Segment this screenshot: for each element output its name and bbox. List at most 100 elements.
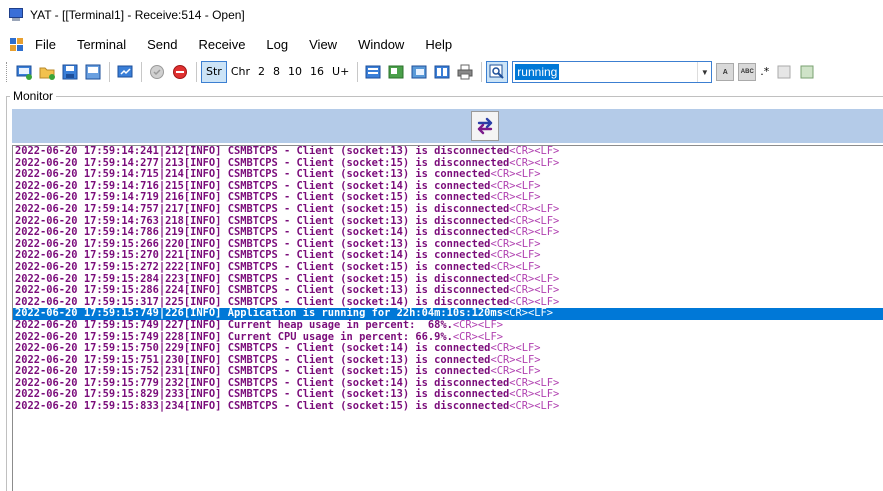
menu-bar: File Terminal Send Receive Log View Wind… [0,32,883,56]
radix-oct-button[interactable]: 8 [269,61,284,83]
menu-receive[interactable]: Receive [198,37,245,52]
log-line-text: 2022-06-20 17:59:14:763|218[INFO] CSMBTC… [15,214,510,227]
log-line-text: 2022-06-20 17:59:14:786|219[INFO] CSMBTC… [15,226,510,239]
chevron-down-icon[interactable]: ▼ [697,62,711,82]
print-icon [457,64,473,80]
log-line-text: 2022-06-20 17:59:15:833|234[INFO] CSMBTC… [15,400,510,413]
menu-terminal[interactable]: Terminal [77,37,126,52]
show-radix-button[interactable] [362,61,384,83]
toolbar-separator [481,62,483,82]
find-previous-button[interactable] [773,61,795,83]
log-line-eol: <CR><LF> [490,249,541,262]
log-line-eol: <CR><LF> [490,353,541,366]
log-line-text: 2022-06-20 17:59:14:716|215[INFO] CSMBTC… [15,179,491,192]
radix-string-button[interactable]: Str [201,61,227,83]
log-line-eol: <CR><LF> [509,226,560,239]
terminal-settings-icon [117,65,133,78]
open-folder-icon [39,67,55,80]
save-workspace-button[interactable] [82,61,104,83]
log-line-eol: <CR><LF> [509,400,560,413]
monitor-log[interactable]: 2022-06-20 17:59:14:241|212[INFO] CSMBTC… [12,145,883,491]
menu-log[interactable]: Log [266,37,288,52]
log-line-eol: <CR><LF> [509,295,560,308]
find-toggle-button[interactable] [486,61,509,83]
show-timestamp-icon [388,65,404,79]
log-line-eol: <CR><LF> [509,214,560,227]
whole-word-button[interactable]: ABC [738,63,757,81]
find-next-button[interactable] [796,61,818,83]
find-combobox[interactable]: running ▼ [512,61,713,83]
radix-bin-button[interactable]: 2 [254,61,269,83]
log-line-eol: <CR><LF> [509,388,560,401]
find-previous-icon [777,65,791,79]
log-line-eol: <CR><LF> [509,376,560,389]
radix-unicode-button[interactable]: U+ [328,61,353,83]
toolbar-separator [196,62,197,82]
menu-view[interactable]: View [309,37,337,52]
app-monitor-icon [8,8,24,22]
direction-toggle-button[interactable] [471,111,499,141]
log-line-eol: <CR><LF> [490,365,541,378]
log-line-text: 2022-06-20 17:59:14:757|217[INFO] CSMBTC… [15,202,510,215]
match-case-button[interactable]: A [716,63,735,81]
regex-button[interactable]: .* [756,61,773,83]
log-line-text: 2022-06-20 17:59:15:272|222[INFO] CSMBTC… [15,260,491,273]
toolbar: Str Chr 2 8 10 16 U+ running ▼ A ABC .* [0,57,883,87]
log-line-eol: <CR><LF> [509,145,560,157]
show-length-button[interactable] [408,61,430,83]
log-line-text: 2022-06-20 17:59:15:829|233[INFO] CSMBTC… [15,388,510,401]
log-line-text: 2022-06-20 17:59:15:749|226[INFO] Applic… [15,307,503,320]
radix-char-button[interactable]: Chr [227,61,254,83]
log-line-text: 2022-06-20 17:59:14:241|212[INFO] CSMBTC… [15,145,510,157]
menu-window[interactable]: Window [358,37,404,52]
terminal-settings-button[interactable] [114,61,136,83]
find-selected-text: running [515,64,560,80]
direction-bar [12,109,883,143]
show-timestamp-button[interactable] [385,61,407,83]
find-next-icon [800,65,814,79]
mdi-window-icon[interactable] [10,37,23,51]
log-line-text: 2022-06-20 17:59:14:719|216[INFO] CSMBTC… [15,191,491,204]
new-terminal-icon [16,65,32,80]
log-line-eol: <CR><LF> [509,272,560,285]
log-line-text: 2022-06-20 17:59:15:779|232[INFO] CSMBTC… [15,376,510,389]
menu-help[interactable]: Help [425,37,452,52]
save-icon [62,64,78,80]
menu-send[interactable]: Send [147,37,177,52]
log-line-text: 2022-06-20 17:59:15:266|220[INFO] CSMBTC… [15,237,491,250]
radix-hex-button[interactable]: 16 [306,61,328,83]
log-line[interactable]: 2022-06-20 17:59:15:833|234[INFO] CSMBTC… [13,400,883,413]
log-line-eol: <CR><LF> [502,307,553,320]
menu-file[interactable]: File [35,37,56,52]
log-line-text: 2022-06-20 17:59:15:270|221[INFO] CSMBTC… [15,249,491,262]
monitor-label: Monitor [10,89,57,103]
new-terminal-button[interactable] [13,61,35,83]
open-file-button[interactable] [36,61,58,83]
find-icon [489,64,505,79]
port-open-icon [150,65,164,79]
log-line-text: 2022-06-20 17:59:15:317|225[INFO] CSMBTC… [15,295,510,308]
log-line-eol: <CR><LF> [490,342,541,355]
show-radix-icon [365,65,381,79]
log-line-text: 2022-06-20 17:59:14:715|214[INFO] CSMBTC… [15,168,491,181]
show-eol-icon [434,65,450,79]
toolbar-separator [357,62,359,82]
show-eol-button[interactable] [431,61,453,83]
open-port-button[interactable] [146,61,168,83]
window-title: YAT - [[Terminal1] - Receive:514 - Open] [30,8,245,22]
log-line-text: 2022-06-20 17:59:15:284|223[INFO] CSMBTC… [15,272,510,285]
radix-dec-button[interactable]: 10 [284,61,306,83]
save-workspace-icon [85,64,101,80]
log-line-eol: <CR><LF> [509,156,560,169]
save-button[interactable] [59,61,81,83]
close-port-button[interactable] [169,61,191,83]
toolbar-grip[interactable] [6,62,9,82]
log-line-eol: <CR><LF> [452,318,503,331]
show-length-icon [411,65,427,79]
log-line-eol: <CR><LF> [490,260,541,273]
toolbar-separator [141,62,142,82]
log-line-text: 2022-06-20 17:59:15:750|229[INFO] CSMBTC… [15,342,491,355]
log-line-eol: <CR><LF> [490,179,541,192]
monitor-panel: Monitor 2022-06-20 17:59:14:241|212[INFO… [6,88,883,491]
print-button[interactable] [454,61,476,83]
